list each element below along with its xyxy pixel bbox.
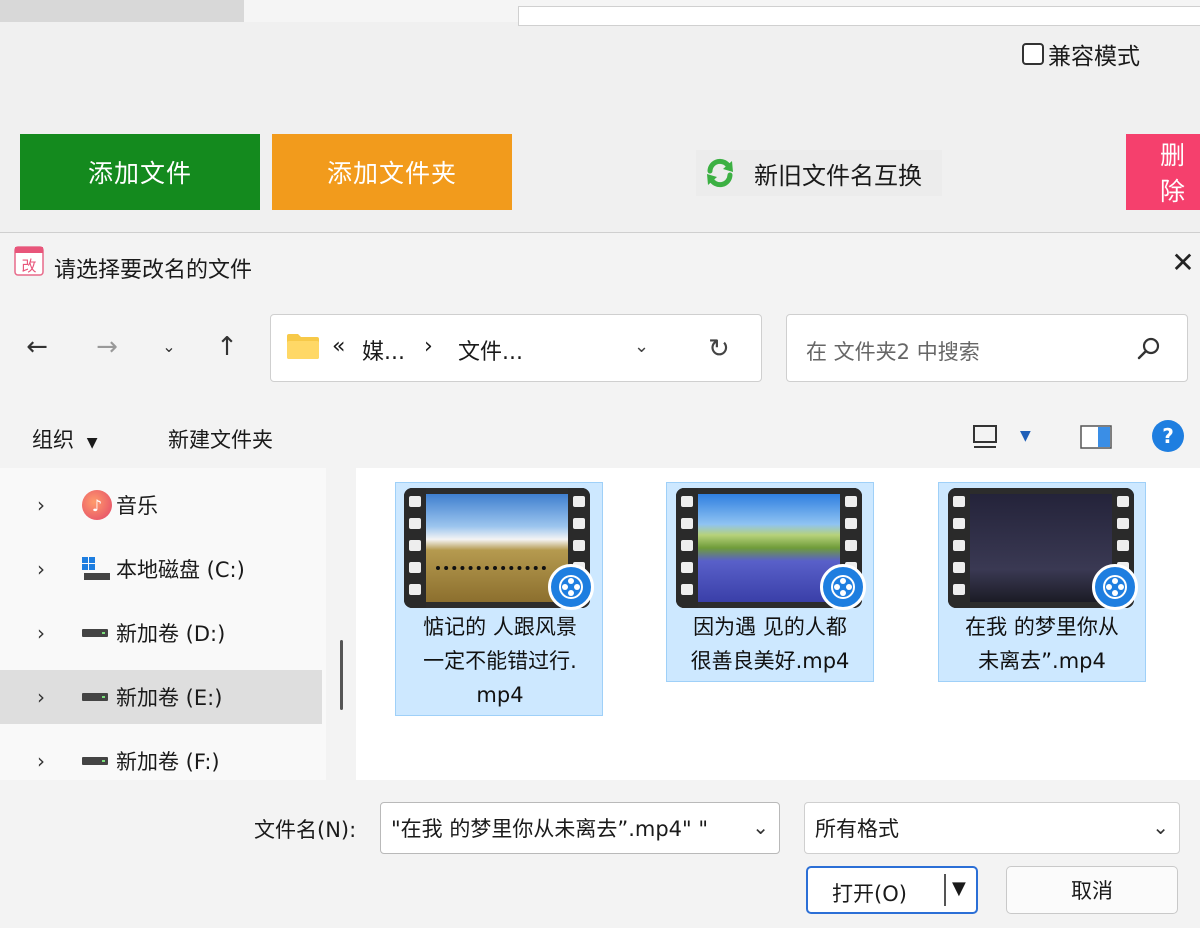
- filename-value[interactable]: "在我 的梦里你从未离去”.mp4" ": [391, 813, 708, 843]
- expand-chevron-icon[interactable]: ›: [0, 557, 82, 581]
- delete-label: 删除: [1160, 141, 1187, 206]
- refresh-icon[interactable]: ↻: [708, 334, 730, 364]
- help-icon[interactable]: ?: [1152, 420, 1184, 452]
- open-button-label: 打开(O): [832, 882, 907, 906]
- view-mode-icon[interactable]: [972, 424, 1000, 450]
- filename-label: 文件名(N):: [254, 818, 357, 842]
- chevron-down-icon[interactable]: ⌄: [752, 815, 769, 839]
- system-drive-icon: [82, 557, 112, 581]
- video-player-icon: [1092, 564, 1138, 610]
- view-options-caret-icon[interactable]: ▼: [1020, 428, 1031, 444]
- delete-button[interactable]: 删除: [1126, 134, 1200, 210]
- tree-item-drive-f[interactable]: › 新加卷 (F:): [0, 734, 322, 788]
- tree-item-drive-d[interactable]: › 新加卷 (D:): [0, 606, 322, 660]
- expand-chevron-icon[interactable]: ›: [0, 493, 82, 517]
- back-arrow-icon[interactable]: ←: [20, 330, 54, 364]
- forward-arrow-icon[interactable]: →: [90, 330, 124, 364]
- video-player-icon: [820, 564, 866, 610]
- drive-icon: [82, 629, 108, 637]
- video-player-icon: [548, 564, 594, 610]
- address-segment-folder[interactable]: 文件...: [458, 334, 523, 366]
- split-divider: [944, 874, 946, 906]
- tree-item-label: 音乐: [116, 494, 158, 518]
- tree-item-drive-e[interactable]: › 新加卷 (E:): [0, 670, 322, 724]
- new-folder-button[interactable]: 新建文件夹: [168, 424, 273, 454]
- nav-pane-scrollbar[interactable]: [340, 640, 343, 710]
- drive-icon: [82, 693, 108, 701]
- expand-chevron-icon[interactable]: ›: [0, 749, 82, 773]
- address-dropdown-chevron-icon[interactable]: ⌄: [634, 336, 649, 357]
- close-icon[interactable]: ✕: [1168, 248, 1198, 278]
- tree-item-label: 本地磁盘 (C:): [116, 558, 245, 582]
- filename-input[interactable]: "在我 的梦里你从未离去”.mp4" " ⌄: [380, 802, 780, 854]
- rename-app-icon: 改: [14, 246, 44, 276]
- svg-text:改: 改: [21, 257, 36, 275]
- checkbox-box[interactable]: [1022, 43, 1044, 65]
- swap-names-label: 新旧文件名互换: [754, 161, 922, 190]
- filetype-select[interactable]: 所有格式 ⌄: [804, 802, 1180, 854]
- background-left-strip: [0, 0, 244, 22]
- tree-item-drive-c[interactable]: › 本地磁盘 (C:): [0, 542, 322, 596]
- drive-icon: [82, 757, 108, 765]
- add-folder-button[interactable]: 添加文件夹: [272, 134, 512, 210]
- organize-menu[interactable]: 组织 ▼: [32, 424, 97, 454]
- compat-mode-checkbox[interactable]: 兼容模式: [1022, 40, 1140, 70]
- expand-chevron-icon[interactable]: ›: [0, 621, 82, 645]
- caret-down-icon: ▼: [86, 435, 98, 451]
- cancel-button[interactable]: 取消: [1006, 866, 1178, 914]
- address-prefix[interactable]: «: [332, 334, 345, 359]
- swap-names-button[interactable]: 新旧文件名互换: [696, 150, 942, 196]
- address-segment-media[interactable]: 媒...: [362, 334, 405, 366]
- file-name: 因为遇 见的人都 很善良美好.mp4: [690, 615, 850, 673]
- search-input[interactable]: 在 文件夹2 中搜索: [806, 336, 980, 366]
- tree-item-label: 新加卷 (F:): [116, 750, 220, 774]
- compat-mode-label: 兼容模式: [1048, 44, 1140, 70]
- tree-item-label: 新加卷 (E:): [116, 686, 223, 710]
- preview-pane-icon[interactable]: [1080, 424, 1112, 450]
- up-arrow-icon[interactable]: ↑: [210, 330, 244, 364]
- file-name: 惦记的 人跟风景 一定不能错过行. mp4: [423, 615, 577, 707]
- file-name: 在我 的梦里你从 未离去”.mp4: [965, 615, 1119, 673]
- search-icon[interactable]: [1136, 336, 1162, 362]
- refresh-arrows-icon: [707, 158, 733, 188]
- open-button[interactable]: 打开(O) ▼: [806, 866, 978, 914]
- tree-item-music[interactable]: › ♪ 音乐: [0, 478, 322, 532]
- background-input-box[interactable]: [518, 6, 1200, 26]
- add-file-button[interactable]: 添加文件: [20, 134, 260, 210]
- expand-chevron-icon[interactable]: ›: [0, 685, 82, 709]
- chevron-down-icon[interactable]: ⌄: [1152, 815, 1169, 839]
- folder-icon: [287, 334, 319, 359]
- dialog-title: 请选择要改名的文件: [54, 258, 253, 283]
- filetype-value: 所有格式: [815, 817, 899, 841]
- open-options-caret-icon[interactable]: ▼: [952, 878, 966, 899]
- organize-label: 组织: [32, 428, 74, 452]
- tree-item-label: 新加卷 (D:): [116, 622, 226, 646]
- music-icon: ♪: [82, 490, 112, 520]
- address-separator: ›: [424, 334, 433, 359]
- recent-chevron-down-icon[interactable]: ⌄: [152, 330, 186, 364]
